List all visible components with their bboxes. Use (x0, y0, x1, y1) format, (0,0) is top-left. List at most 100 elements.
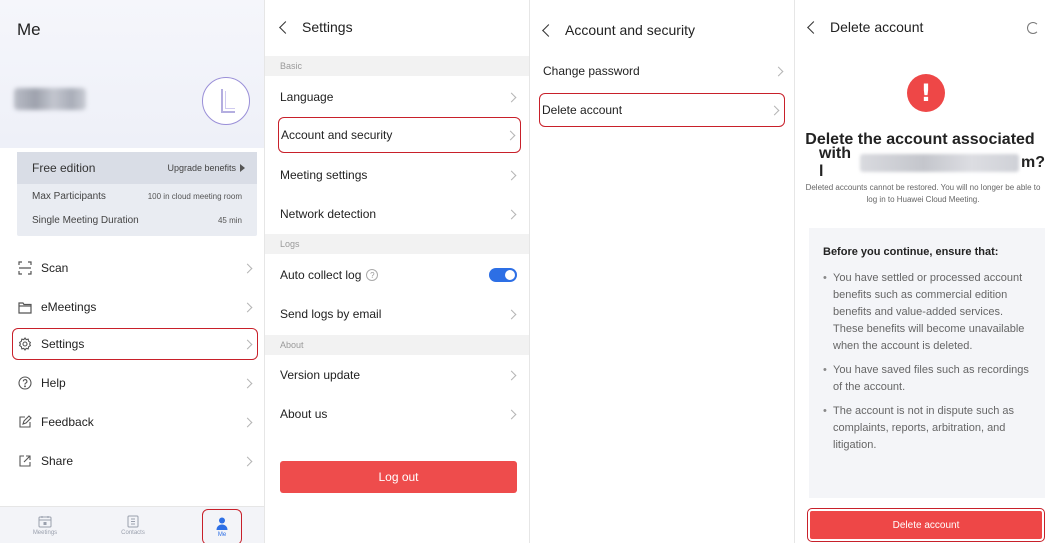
menu-item-help[interactable]: Help (17, 367, 257, 399)
chevron-right-icon (506, 92, 517, 102)
item-label: Network detection (280, 207, 377, 221)
tab-me[interactable]: Me (202, 509, 242, 543)
edition-name: Free edition (32, 161, 96, 175)
list-item: The account is not in dispute such as co… (823, 403, 1033, 454)
play-arrow-icon (240, 164, 245, 172)
edition-row: Max Participants 100 in cloud meeting ro… (17, 184, 257, 208)
edition-card: Free edition Upgrade benefits Max Partic… (17, 152, 257, 236)
chevron-right-icon (506, 209, 517, 219)
share-icon (17, 453, 33, 469)
upgrade-benefits-link[interactable]: Upgrade benefits (167, 163, 245, 173)
tab-label: Contacts (121, 530, 145, 536)
delete-button-highlight: Delete account (807, 508, 1045, 542)
delete-account-button[interactable]: Delete account (810, 511, 1042, 539)
chevron-right-icon (242, 302, 253, 312)
section-logs: Logs (265, 234, 529, 254)
page-title: Settings (302, 19, 353, 35)
contacts-icon (127, 515, 139, 528)
settings-item-network-detection[interactable]: Network detection (280, 197, 521, 231)
delete-account-panel: Delete account ! Delete the account asso… (795, 0, 1045, 543)
tab-label: Me (217, 531, 227, 538)
settings-item-version-update[interactable]: Version update (280, 358, 521, 392)
section-about: About (265, 335, 529, 355)
back-arrow-icon[interactable] (542, 23, 555, 37)
bottom-tab-bar: Meetings Contacts Me (0, 506, 264, 543)
list-item: You have saved files such as recordings … (823, 362, 1033, 396)
edition-header[interactable]: Free edition Upgrade benefits (17, 152, 257, 184)
settings-item-account-security[interactable]: Account and security (278, 117, 521, 153)
section-basic: Basic (265, 56, 529, 76)
row-value: 45 min (217, 215, 242, 225)
ensure-list: You have settled or processed account be… (823, 270, 1033, 454)
account-item-delete-account[interactable]: Delete account (539, 93, 785, 127)
menu-label: Settings (41, 337, 85, 351)
chevron-right-icon (242, 456, 253, 466)
settings-item-meeting-settings[interactable]: Meeting settings (280, 158, 521, 192)
tab-label: Meetings (32, 530, 58, 536)
blurred-email (859, 154, 1019, 172)
settings-item-send-logs[interactable]: Send logs by email (280, 297, 521, 331)
settings-item-about-us[interactable]: About us (280, 397, 521, 431)
logout-button[interactable]: Log out (280, 461, 517, 493)
refresh-icon[interactable] (1027, 22, 1039, 34)
item-label: Language (280, 90, 334, 104)
menu-item-scan[interactable]: Scan (17, 252, 257, 284)
row-label: Max Participants (32, 190, 106, 202)
item-label: Auto collect log (280, 268, 362, 282)
me-panel: Me Free edition Upgrade benefits Max Par… (0, 0, 264, 543)
warning-icon: ! (907, 74, 945, 112)
back-arrow-icon[interactable] (807, 20, 820, 34)
help-icon (17, 375, 33, 391)
scan-icon (17, 260, 33, 276)
item-label: Version update (280, 368, 361, 382)
chevron-right-icon (506, 309, 517, 319)
blurred-username (14, 88, 86, 110)
menu-label: Share (41, 454, 74, 468)
screenshot-root: Me Free edition Upgrade benefits Max Par… (0, 0, 1045, 543)
settings-panel: Settings Basic Language Account and secu… (265, 0, 529, 543)
menu-item-share[interactable]: Share (17, 445, 257, 477)
menu-label: eMeetings (41, 300, 97, 314)
edition-row: Single Meeting Duration 45 min (17, 208, 257, 232)
item-label: Change password (543, 64, 640, 78)
tab-meetings[interactable]: Meetings (20, 507, 70, 543)
back-arrow-icon[interactable] (279, 20, 292, 34)
delete-header: Delete account (795, 0, 1045, 54)
question-icon[interactable]: ? (366, 269, 379, 281)
menu-item-emeetings[interactable]: eMeetings (17, 291, 257, 323)
account-item-change-password[interactable]: Change password (540, 54, 788, 88)
page-title: Account and security (565, 22, 695, 38)
item-label: Send logs by email (280, 307, 382, 321)
chevron-right-icon (506, 370, 517, 380)
gear-icon (17, 336, 33, 352)
item-label: Meeting settings (280, 168, 368, 182)
chevron-right-icon (506, 409, 517, 419)
menu-item-feedback[interactable]: Feedback (17, 406, 257, 438)
tab-contacts[interactable]: Contacts (108, 507, 158, 543)
chevron-right-icon (769, 105, 780, 115)
item-label: Delete account (542, 103, 623, 117)
menu-label: Scan (41, 261, 69, 275)
item-label: Account and security (281, 128, 393, 142)
chevron-right-icon (506, 170, 517, 180)
calendar-icon (38, 516, 52, 528)
chevron-right-icon (773, 66, 784, 76)
menu-label: Feedback (41, 415, 94, 429)
menu-label: Help (41, 376, 66, 390)
delete-subtitle: Deleted accounts cannot be restored. You… (805, 183, 1041, 204)
page-title: Delete account (830, 19, 924, 35)
ensure-box: Before you continue, ensure that: You ha… (809, 228, 1045, 498)
delete-heading-line2: with l m? (819, 145, 1045, 180)
avatar[interactable] (202, 77, 250, 125)
profile-header: Me (0, 0, 264, 148)
chevron-right-icon (242, 263, 253, 273)
auto-collect-toggle[interactable] (489, 268, 517, 282)
item-label: About us (280, 407, 328, 421)
page-title: Me (17, 20, 41, 39)
menu-item-settings[interactable]: Settings (12, 328, 258, 360)
settings-item-language[interactable]: Language (280, 80, 521, 114)
row-value: 100 in cloud meeting room (147, 191, 242, 201)
person-icon (216, 517, 228, 530)
chevron-right-icon (242, 339, 253, 349)
list-item: You have settled or processed account be… (823, 270, 1033, 355)
